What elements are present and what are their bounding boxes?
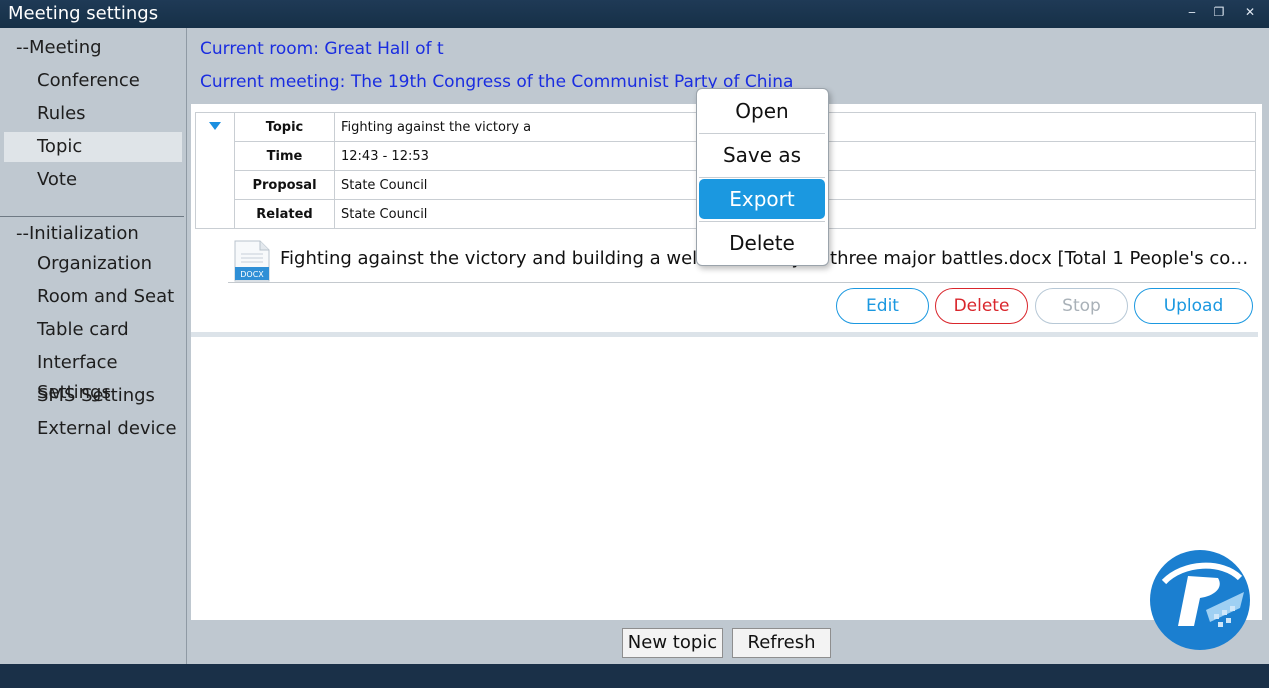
delete-button[interactable]: Delete — [935, 288, 1028, 324]
restore-icon[interactable]: ❐ — [1207, 2, 1231, 22]
related-label: Related — [234, 199, 335, 229]
refresh-button[interactable]: Refresh — [732, 628, 831, 658]
section-divider — [191, 332, 1258, 337]
sidebar-item-rules[interactable]: Rules — [0, 99, 182, 129]
sidebar: --Meeting Conference Rules Topic Vote --… — [0, 28, 187, 664]
sidebar-item-external-device[interactable]: External device — [0, 414, 182, 444]
close-icon[interactable]: ✕ — [1238, 2, 1262, 22]
sidebar-item-interface-settings[interactable]: Interface Settings — [0, 348, 182, 403]
minimize-icon[interactable]: ‒ — [1180, 2, 1204, 22]
sidebar-divider — [0, 216, 184, 217]
sidebar-item-organization[interactable]: Organization — [0, 249, 182, 279]
status-bar — [0, 664, 1269, 688]
proposal-label: Proposal — [234, 170, 335, 200]
menu-item-delete[interactable]: Delete — [699, 223, 825, 263]
sidebar-item-sms-settings[interactable]: SMS Settings — [0, 381, 182, 411]
docx-icon-text: DOCX — [240, 270, 264, 279]
sidebar-item-conference[interactable]: Conference — [0, 66, 182, 96]
edit-button[interactable]: Edit — [836, 288, 929, 324]
menu-separator — [699, 221, 825, 222]
menu-separator — [699, 177, 825, 178]
sidebar-item-topic[interactable]: Topic — [4, 132, 182, 162]
sidebar-group-initialization[interactable]: --Initialization — [16, 219, 198, 249]
sidebar-item-room-and-seat[interactable]: Room and Seat — [0, 282, 182, 312]
brand-logo-icon — [1150, 550, 1250, 650]
upload-button[interactable]: Upload — [1134, 288, 1253, 324]
triangle-down-icon[interactable] — [209, 122, 221, 130]
docx-file-icon: DOCX — [234, 240, 270, 282]
stop-button[interactable]: Stop — [1035, 288, 1128, 324]
current-room-label: Current room: Great Hall of t — [200, 39, 444, 59]
time-label: Time — [234, 141, 335, 171]
new-topic-button[interactable]: New topic — [622, 628, 723, 658]
sidebar-item-table-card[interactable]: Table card — [0, 315, 182, 345]
expand-toggle[interactable] — [195, 112, 235, 229]
topic-label: Topic — [234, 112, 335, 142]
menu-item-open[interactable]: Open — [699, 91, 825, 131]
sidebar-group-meeting[interactable]: --Meeting — [16, 33, 198, 63]
sidebar-item-vote[interactable]: Vote — [0, 165, 182, 195]
menu-item-save-as[interactable]: Save as — [699, 135, 825, 175]
menu-separator — [699, 133, 825, 134]
context-menu: Open Save as Export Delete — [696, 88, 829, 266]
menu-item-export[interactable]: Export — [699, 179, 825, 219]
title-bar: Meeting settings ‒ ❐ ✕ — [0, 0, 1269, 28]
window-title: Meeting settings — [8, 3, 159, 24]
